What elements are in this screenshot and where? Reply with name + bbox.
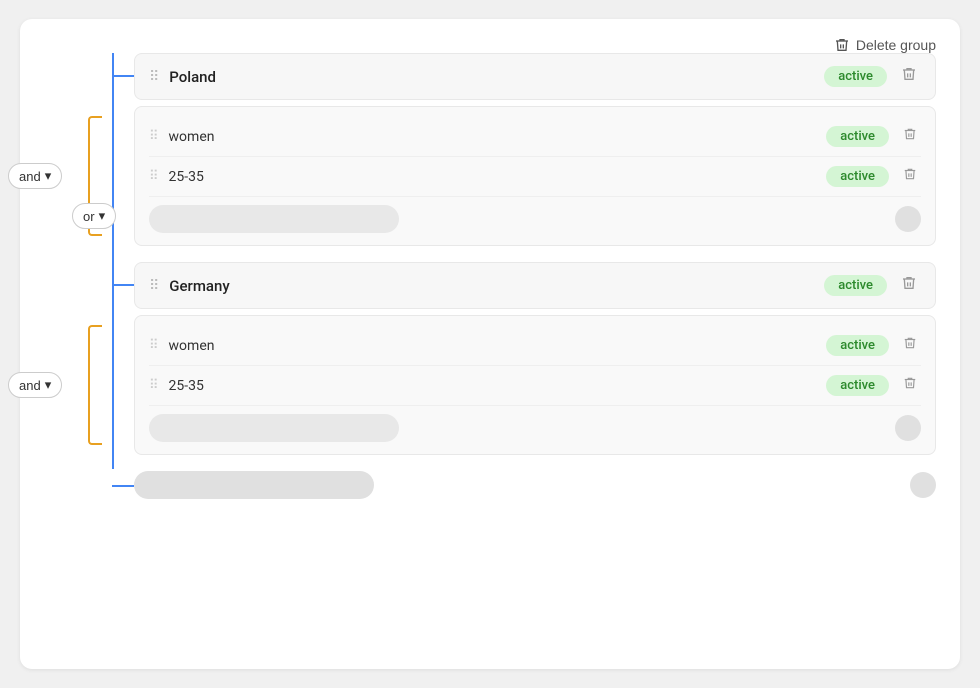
poland-age-status: active [826, 166, 889, 187]
germany-group-row: ⠿ Germany active [134, 262, 936, 309]
germany-add-condition-input[interactable] [149, 414, 399, 442]
poland-group-name: Poland [169, 68, 824, 86]
poland-and-label: and [19, 169, 41, 184]
delete-group-label: Delete group [856, 37, 936, 53]
germany-age-drag-handle[interactable]: ⠿ [149, 378, 159, 393]
germany-condition-age: ⠿ 25-35 active [149, 366, 921, 406]
germany-condition-women: ⠿ women active [149, 326, 921, 366]
poland-women-name: women [169, 129, 827, 145]
or-chevron-icon: ▾ [99, 208, 106, 224]
germany-add-condition-row [149, 406, 921, 444]
poland-age-name: 25-35 [169, 169, 827, 185]
poland-delete-button[interactable] [897, 64, 921, 89]
germany-trash-icon [901, 275, 917, 291]
poland-and-chevron-icon: ▾ [45, 168, 52, 184]
add-group-row [134, 471, 936, 499]
poland-age-trash-icon [903, 167, 917, 181]
poland-and-button[interactable]: and ▾ [8, 163, 62, 189]
poland-women-trash-icon [903, 127, 917, 141]
germany-group-name: Germany [169, 277, 824, 295]
germany-status-badge: active [824, 275, 887, 296]
germany-age-delete-button[interactable] [899, 374, 921, 397]
germany-yellow-bracket [88, 325, 102, 445]
group-germany: ⠿ Germany active and [134, 262, 936, 455]
poland-women-drag-handle[interactable]: ⠿ [149, 129, 159, 144]
germany-and-button[interactable]: and ▾ [8, 372, 62, 398]
poland-women-status: active [826, 126, 889, 147]
or-button[interactable]: or ▾ [72, 203, 116, 229]
germany-women-delete-button[interactable] [899, 334, 921, 357]
add-group-area [134, 471, 936, 499]
poland-group-row: ⠿ Poland active [134, 53, 936, 100]
poland-trash-icon [901, 66, 917, 82]
or-label: or [83, 209, 95, 224]
germany-delete-button[interactable] [897, 273, 921, 298]
germany-age-status: active [826, 375, 889, 396]
poland-status-badge: active [824, 66, 887, 87]
poland-inner-card: ⠿ women active [134, 106, 936, 246]
delete-group-button[interactable]: Delete group [834, 37, 936, 53]
germany-and-chevron-icon: ▾ [45, 377, 52, 393]
poland-inner-area: and ▾ ⠿ women active [134, 106, 936, 246]
poland-condition-age: ⠿ 25-35 active [149, 157, 921, 197]
germany-women-drag-handle[interactable]: ⠿ [149, 338, 159, 353]
poland-age-drag-handle[interactable]: ⠿ [149, 169, 159, 184]
germany-inner-card: ⠿ women active [134, 315, 936, 455]
add-group-input[interactable] [134, 471, 374, 499]
poland-age-delete-button[interactable] [899, 165, 921, 188]
poland-add-condition-input[interactable] [149, 205, 399, 233]
add-group-circle [910, 472, 936, 498]
germany-women-trash-icon [903, 336, 917, 350]
blue-connector-line [112, 53, 114, 469]
germany-inner-area: and ▾ ⠿ women active [134, 315, 936, 455]
germany-drag-handle[interactable]: ⠿ [149, 278, 159, 294]
germany-age-trash-icon [903, 376, 917, 390]
trash-icon [834, 37, 850, 53]
germany-women-name: women [169, 338, 827, 354]
poland-add-condition-row [149, 197, 921, 235]
group-poland: ⠿ Poland active and [134, 53, 936, 246]
poland-women-delete-button[interactable] [899, 125, 921, 148]
germany-add-condition-circle [895, 415, 921, 441]
germany-women-status: active [826, 335, 889, 356]
germany-age-name: 25-35 [169, 378, 827, 394]
content-area: or ▾ ⠿ Poland active [44, 53, 936, 499]
poland-condition-women: ⠿ women active [149, 117, 921, 157]
main-card: Delete group or ▾ ⠿ Poland active [20, 19, 960, 669]
poland-drag-handle[interactable]: ⠿ [149, 69, 159, 85]
poland-add-condition-circle [895, 206, 921, 232]
germany-and-label: and [19, 378, 41, 393]
